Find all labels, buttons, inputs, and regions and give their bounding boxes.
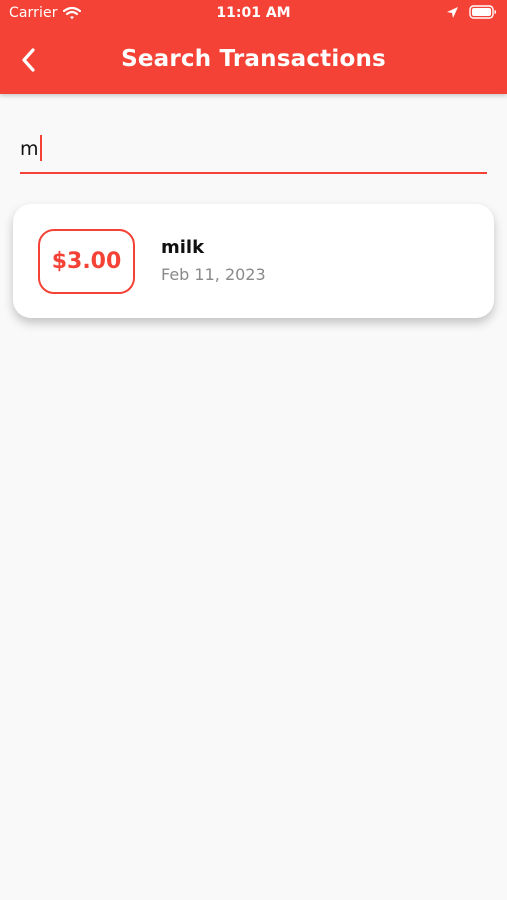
battery-icon [469, 5, 496, 19]
status-right-group [446, 5, 497, 19]
search-input-value[interactable]: m [20, 135, 39, 161]
amount-badge: $3.00 [38, 229, 135, 294]
text-caret [39, 135, 42, 161]
transaction-card[interactable]: $3.00 milk Feb 11, 2023 [13, 204, 494, 318]
location-arrow-icon [447, 6, 458, 18]
transaction-date: Feb 11, 2023 [161, 265, 266, 284]
transaction-title: milk [161, 237, 205, 258]
search-input[interactable]: m [20, 124, 487, 174]
app-bar: Carrier 11:01 AM Search Transactions [0, 0, 507, 94]
status-bar: Carrier 11:01 AM [0, 0, 507, 28]
status-time: 11:01 AM [216, 5, 291, 21]
page-title: Search Transactions [121, 46, 386, 72]
